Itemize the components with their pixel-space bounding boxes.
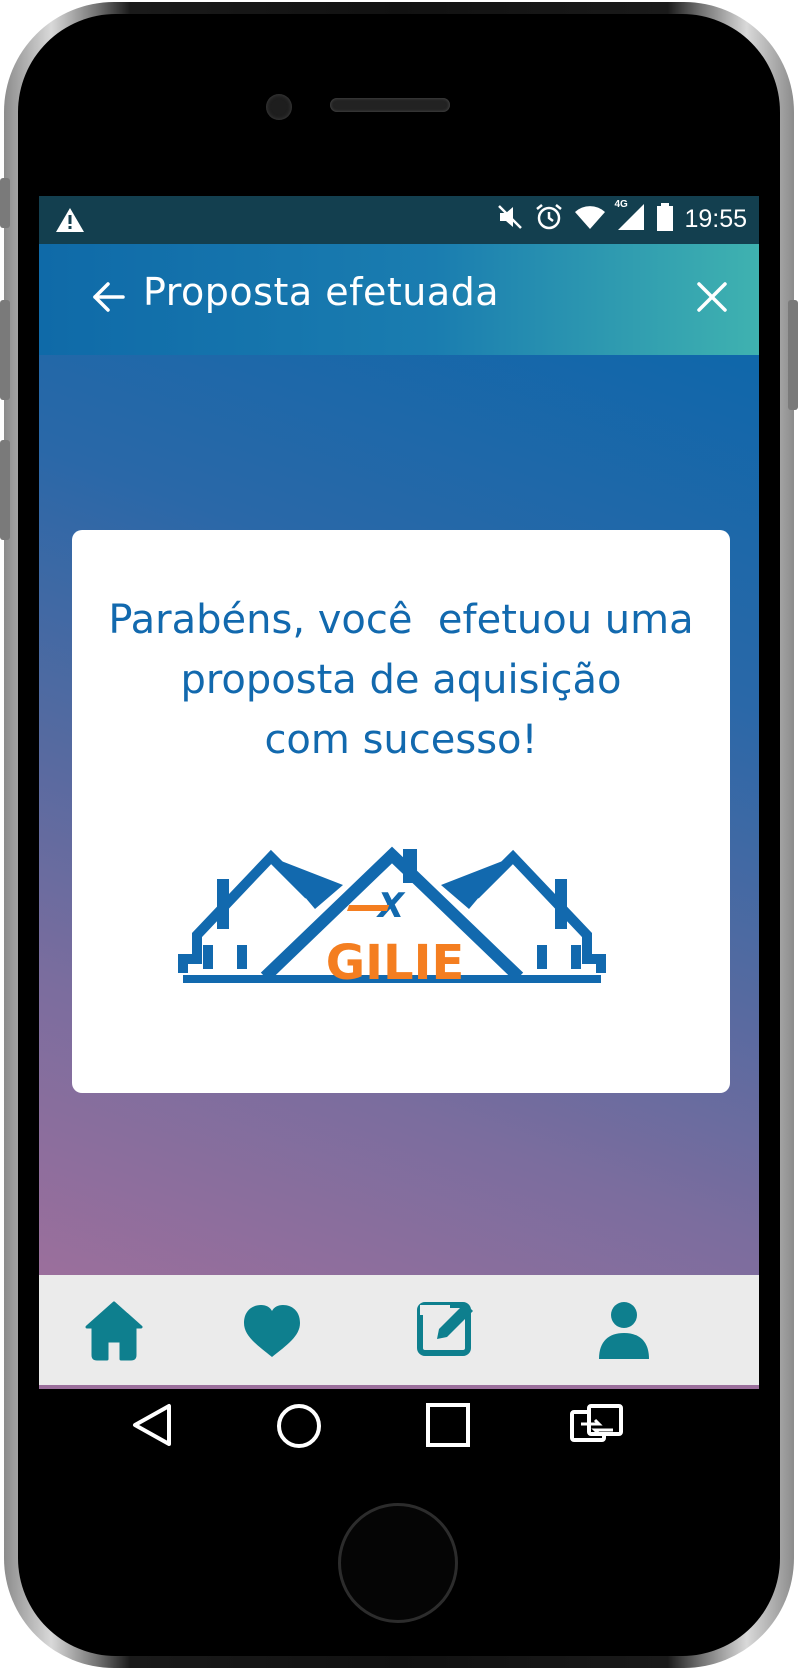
success-message-line-1: Parabéns, você efetuou uma: [108, 597, 694, 643]
home-icon: [85, 1301, 143, 1361]
app-bar: Proposta efetuada: [39, 244, 759, 355]
bottom-navigation: [39, 1275, 759, 1389]
alarm-icon: [534, 202, 564, 236]
screen: 4G 19:55 Proposta efetuada Parabéns, voc…: [39, 196, 759, 1390]
side-button-right: [788, 300, 798, 410]
earpiece-speaker: [330, 98, 450, 112]
heart-icon: [244, 1305, 300, 1357]
android-back-button[interactable]: [131, 1402, 173, 1452]
logo-text: GILIE: [326, 935, 465, 991]
battery-icon: [656, 202, 674, 236]
content-area: Parabéns, você efetuou uma proposta de a…: [39, 355, 759, 1275]
signal-icon: 4G: [614, 199, 646, 235]
home-circle-icon: [277, 1404, 321, 1448]
side-button-left-2: [0, 300, 10, 400]
mute-icon: [496, 203, 524, 235]
status-time: 19:55: [684, 204, 747, 233]
close-icon: [697, 282, 727, 312]
physical-home-button[interactable]: [338, 1503, 458, 1623]
android-recents-button[interactable]: [425, 1402, 471, 1452]
gilie-logo: X GILIE: [177, 845, 607, 999]
edit-icon: [417, 1302, 473, 1356]
android-home-button[interactable]: [275, 1402, 323, 1454]
android-switch-app-button[interactable]: [569, 1402, 625, 1452]
page-title: Proposta efetuada: [143, 270, 500, 314]
success-message-line-3: com sucesso!: [264, 717, 538, 763]
success-message: Parabéns, você efetuou uma proposta de a…: [72, 590, 730, 770]
android-navigation-bar: [39, 1390, 759, 1470]
nav-edit[interactable]: [411, 1293, 481, 1363]
side-button-left-3: [0, 440, 10, 540]
front-camera: [266, 94, 292, 120]
user-icon: [599, 1302, 649, 1359]
recents-square-icon: [426, 1403, 470, 1447]
status-bar: 4G 19:55: [39, 196, 759, 244]
network-type-label: 4G: [614, 199, 628, 210]
side-button-left-1: [0, 178, 10, 228]
warning-icon: [55, 206, 85, 238]
back-triangle-icon: [133, 1404, 171, 1446]
arrow-left-icon: [93, 282, 125, 312]
back-button[interactable]: [91, 279, 127, 319]
close-button[interactable]: [695, 280, 729, 318]
success-card: Parabéns, você efetuou uma proposta de a…: [72, 530, 730, 1093]
nav-favorites[interactable]: [237, 1293, 307, 1363]
wifi-icon: [574, 204, 606, 234]
nav-home[interactable]: [79, 1293, 149, 1363]
nav-profile[interactable]: [589, 1293, 659, 1363]
success-message-line-2: proposta de aquisição: [180, 657, 622, 703]
switch-app-icon: [570, 1404, 623, 1442]
status-icons: 4G 19:55: [496, 199, 747, 236]
